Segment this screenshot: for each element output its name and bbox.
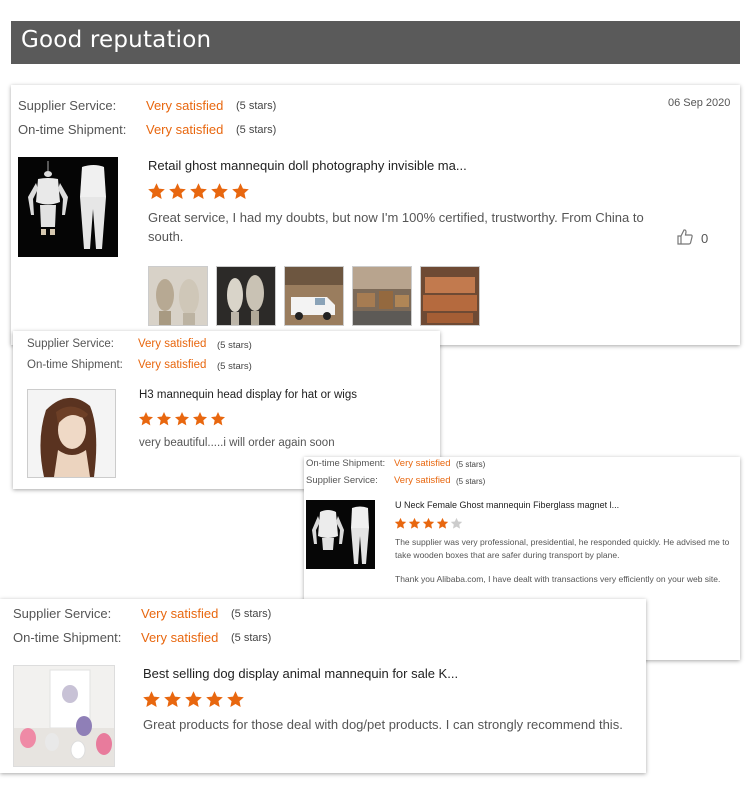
supplier-service-label: Supplier Service: — [27, 338, 114, 350]
review-photo-3[interactable] — [284, 266, 344, 326]
product-title[interactable]: Retail ghost mannequin doll photography … — [148, 158, 467, 173]
supplier-service-label: Supplier Service: — [18, 98, 117, 113]
supplier-service-value: Very satisfied — [141, 606, 219, 621]
review-date: 06 Sep 2020 — [668, 97, 731, 109]
star-filled-icon — [211, 412, 225, 426]
supplier-service-label: Supplier Service: — [13, 606, 112, 621]
star-filled-icon — [169, 183, 186, 200]
star-filled-icon — [232, 183, 249, 200]
shipment-stars: (5 stars) — [456, 460, 486, 469]
supplier-service-value: Very satisfied — [394, 475, 451, 486]
star-filled-icon — [408, 517, 421, 529]
shipment-value: Very satisfied — [146, 122, 224, 137]
shipment-value: Very satisfied — [394, 458, 451, 469]
review-photo-4[interactable] — [352, 266, 412, 326]
section-title: Good reputation — [21, 27, 212, 53]
star-filled-icon — [148, 183, 165, 200]
shipment-label: On-time Shipment: — [13, 630, 122, 645]
supplier-service-stars: (5 stars) — [217, 340, 252, 351]
star-filled-icon — [436, 517, 449, 529]
star-filled-icon — [193, 412, 207, 426]
like-button[interactable]: 0 — [676, 228, 708, 249]
review-text: Great products for those deal with dog/p… — [143, 717, 623, 732]
rating-stars — [147, 182, 252, 201]
supplier-service-stars: (5 stars) — [456, 477, 486, 486]
review-card-4: Supplier Service: Very satisfied (5 star… — [0, 599, 646, 773]
star-filled-icon — [164, 691, 181, 708]
star-filled-icon — [139, 412, 153, 426]
supplier-service-value: Very satisfied — [146, 98, 224, 113]
star-filled-icon — [190, 183, 207, 200]
star-filled-icon — [157, 412, 171, 426]
product-title[interactable]: H3 mannequin head display for hat or wig… — [139, 389, 357, 401]
product-image[interactable] — [13, 665, 115, 767]
review-photo-2[interactable] — [216, 266, 276, 326]
supplier-service-label: Supplier Service: — [306, 475, 378, 486]
shipment-value: Very satisfied — [141, 630, 219, 645]
star-filled-icon — [143, 691, 160, 708]
star-filled-icon — [227, 691, 244, 708]
supplier-service-value: Very satisfied — [138, 338, 207, 350]
star-filled-icon — [422, 517, 435, 529]
product-image[interactable] — [27, 389, 116, 478]
rating-stars — [138, 411, 228, 427]
shipment-label: On-time Shipment: — [306, 458, 386, 469]
review-text: The supplier was very professional, pres… — [395, 537, 730, 560]
star-filled-icon — [185, 691, 202, 708]
review-card-1: Supplier Service: Very satisfied (5 star… — [11, 85, 740, 345]
review-text: Great service, I had my doubts, but now … — [148, 210, 644, 244]
product-title[interactable]: U Neck Female Ghost mannequin Fiberglass… — [395, 500, 619, 510]
product-image[interactable] — [18, 157, 118, 257]
star-filled-icon — [175, 412, 189, 426]
supplier-service-stars: (5 stars) — [236, 100, 277, 112]
shipment-stars: (5 stars) — [231, 632, 272, 644]
review-photo-1[interactable] — [148, 266, 208, 326]
like-count: 0 — [701, 231, 709, 246]
star-empty-icon — [450, 517, 463, 529]
section-header: Good reputation — [11, 21, 740, 64]
supplier-service-stars: (5 stars) — [231, 608, 272, 620]
review-photo-5[interactable] — [420, 266, 480, 326]
shipment-label: On-time Shipment: — [18, 122, 127, 137]
rating-stars — [142, 690, 247, 709]
thumbs-up-icon — [676, 228, 694, 249]
product-title[interactable]: Best selling dog display animal mannequi… — [143, 666, 458, 681]
shipment-stars: (5 stars) — [236, 124, 277, 136]
shipment-value: Very satisfied — [138, 359, 207, 371]
star-filled-icon — [394, 517, 407, 529]
shipment-stars: (5 stars) — [217, 361, 252, 372]
review-text: very beautiful.....i will order again so… — [139, 437, 335, 449]
shipment-label: On-time Shipment: — [27, 359, 123, 371]
rating-stars — [394, 517, 464, 530]
star-filled-icon — [206, 691, 223, 708]
review-text-2: Thank you Alibaba.com, I have dealt with… — [395, 574, 721, 584]
star-filled-icon — [211, 183, 228, 200]
product-image[interactable] — [306, 500, 375, 569]
